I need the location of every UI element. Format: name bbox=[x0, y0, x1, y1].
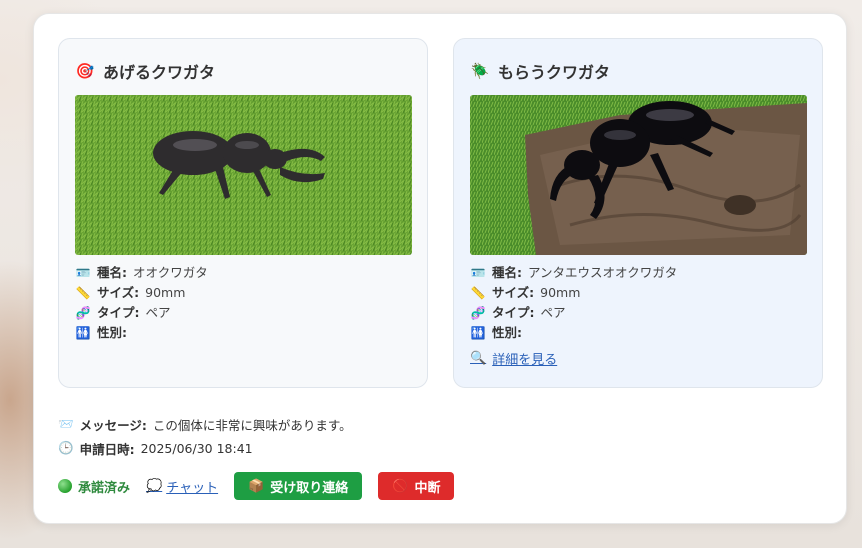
dna-icon: 🧬 bbox=[75, 306, 91, 320]
ruler-icon: 📏 bbox=[75, 286, 91, 300]
beetle-icon: 🪲 bbox=[470, 62, 490, 80]
get-title-text: もらうクワガタ bbox=[498, 63, 611, 82]
status-badge: 承諾済み bbox=[58, 477, 130, 496]
stag-beetle-on-bark-image bbox=[470, 95, 807, 255]
trade-card: 🎯 あげるクワガタ 🪪 種名: オオクワガタ 📏 サイズ: 90mm 🧬 タイプ… bbox=[33, 13, 847, 524]
get-type-row: 🧬 タイプ: ペア bbox=[470, 303, 677, 323]
speech-bubble-icon: 💭 bbox=[146, 478, 163, 494]
request-meta: 📨 メッセージ: この個体に非常に興味があります。 🕒 申請日時: 2025/0… bbox=[58, 412, 352, 460]
give-beetle-photo bbox=[75, 95, 412, 255]
get-panel: 🪲 もらうクワガタ 🪪 種名: アンタエウスオオクワガタ 📏 サイズ: 90mm… bbox=[453, 38, 823, 388]
give-panel: 🎯 あげるクワガタ 🪪 種名: オオクワガタ 📏 サイズ: 90mm 🧬 タイプ… bbox=[58, 38, 428, 388]
id-card-icon: 🪪 bbox=[75, 266, 91, 280]
id-card-icon: 🪪 bbox=[470, 266, 486, 280]
give-size-row: 📏 サイズ: 90mm bbox=[75, 283, 208, 303]
give-panel-title: 🎯 あげるクワガタ bbox=[75, 60, 215, 82]
give-gender-row: 🚻 性別: bbox=[75, 323, 208, 343]
receive-contact-button[interactable]: 📦 受け取り連絡 bbox=[234, 472, 363, 500]
give-title-text: あげるクワガタ bbox=[103, 63, 216, 82]
view-details-link[interactable]: 🔍 詳細を見る bbox=[470, 349, 557, 368]
action-bar: 承諾済み 💭 チャット 📦 受け取り連絡 🚫 中断 bbox=[58, 472, 455, 500]
prohibited-icon: 🚫 bbox=[392, 478, 409, 494]
clock-icon: 🕒 bbox=[58, 440, 74, 455]
package-icon: 📦 bbox=[248, 478, 265, 494]
date-row: 🕒 申請日時: 2025/06/30 18:41 bbox=[58, 440, 253, 457]
cancel-button[interactable]: 🚫 中断 bbox=[378, 472, 455, 500]
envelope-icon: 📨 bbox=[58, 416, 74, 431]
give-species-row: 🪪 種名: オオクワガタ bbox=[75, 263, 208, 283]
dna-icon: 🧬 bbox=[470, 306, 486, 320]
stag-beetle-on-grass-image bbox=[75, 95, 412, 255]
give-type-row: 🧬 タイプ: ペア bbox=[75, 303, 208, 323]
magnifier-icon: 🔍 bbox=[470, 351, 487, 366]
get-gender-row: 🚻 性別: bbox=[470, 323, 677, 343]
get-species-row: 🪪 種名: アンタエウスオオクワガタ bbox=[470, 263, 678, 283]
ruler-icon: 📏 bbox=[470, 286, 486, 300]
restroom-icon: 🚻 bbox=[75, 326, 91, 340]
get-beetle-photo bbox=[470, 95, 807, 255]
green-dot-icon bbox=[58, 479, 72, 493]
restroom-icon: 🚻 bbox=[470, 326, 486, 340]
get-panel-title: 🪲 もらうクワガタ bbox=[470, 60, 610, 82]
give-info: 🪪 種名: オオクワガタ 📏 サイズ: 90mm 🧬 タイプ: ペア 🚻 性別: bbox=[75, 263, 208, 343]
message-row: 📨 メッセージ: この個体に非常に興味があります。 bbox=[58, 416, 352, 433]
chat-link[interactable]: 💭 チャット bbox=[146, 477, 218, 496]
get-size-row: 📏 サイズ: 90mm bbox=[470, 283, 677, 303]
target-icon: 🎯 bbox=[75, 62, 95, 80]
get-info: 🪪 種名: アンタエウスオオクワガタ 📏 サイズ: 90mm 🧬 タイプ: ペア… bbox=[470, 263, 678, 343]
